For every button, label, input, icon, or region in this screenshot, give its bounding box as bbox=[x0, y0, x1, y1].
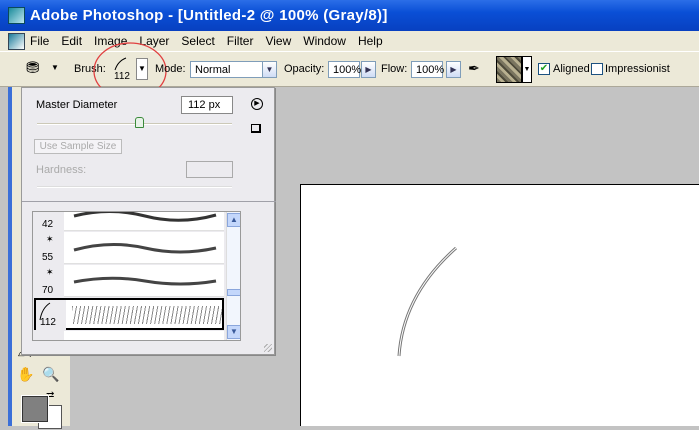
master-diameter-label: Master Diameter bbox=[36, 99, 118, 111]
new-preset-icon[interactable] bbox=[251, 124, 261, 133]
brush-picker-popup: Master Diameter 112 px ▶ Use Sample Size… bbox=[21, 87, 276, 355]
mode-label: Mode: bbox=[155, 63, 186, 75]
clone-stamp-tool-icon[interactable]: ⛃ bbox=[26, 58, 39, 78]
grass-stroke-preview bbox=[72, 306, 222, 324]
brush-item-70[interactable]: ✶ 70 bbox=[34, 265, 224, 297]
hardness-label: Hardness: bbox=[36, 164, 87, 176]
brush-list-scrollbar[interactable]: ▲ ▼ bbox=[226, 212, 240, 340]
brush-size-label: 42 bbox=[42, 219, 54, 230]
airbrush-icon[interactable]: ✒ bbox=[468, 60, 480, 77]
hardness-slider bbox=[37, 186, 232, 188]
stroke-preview bbox=[73, 212, 217, 222]
zoom-tool-icon[interactable]: 🔍 bbox=[42, 366, 59, 383]
aligned-checkbox[interactable]: ✔ bbox=[538, 63, 550, 75]
brush-size-label: 70 bbox=[42, 285, 54, 296]
foreground-color-swatch[interactable] bbox=[21, 395, 49, 423]
brush-item-next[interactable] bbox=[34, 331, 224, 340]
flow-slider-button[interactable]: ▶ bbox=[446, 61, 461, 78]
document-canvas[interactable] bbox=[300, 184, 699, 426]
menu-file[interactable]: File bbox=[30, 34, 49, 48]
brush-item-112-selected[interactable]: 112 bbox=[34, 298, 224, 332]
flow-input[interactable]: 100% bbox=[411, 61, 444, 78]
flow-label: Flow: bbox=[381, 63, 408, 75]
popup-menu-icon[interactable]: ▶ bbox=[251, 98, 263, 110]
brush-stroke bbox=[397, 246, 457, 357]
title-bar: Adobe Photoshop - [Untitled-2 @ 100% (Gr… bbox=[0, 0, 699, 31]
stroke-preview bbox=[73, 276, 217, 286]
pattern-swatch[interactable] bbox=[496, 56, 522, 83]
menu-edit[interactable]: Edit bbox=[61, 34, 82, 48]
resize-grip-icon[interactable] bbox=[264, 344, 272, 352]
brush-size-label: 55 bbox=[42, 252, 54, 263]
window-title: Adobe Photoshop - [Untitled-2 @ 100% (Gr… bbox=[30, 7, 388, 24]
master-diameter-input[interactable]: 112 px bbox=[181, 96, 233, 114]
hardness-input bbox=[186, 161, 233, 178]
opacity-slider-button[interactable]: ▶ bbox=[361, 61, 376, 78]
brush-size-label: 112 bbox=[40, 317, 56, 328]
menu-view[interactable]: View bbox=[265, 34, 291, 48]
master-diameter-slider-thumb[interactable] bbox=[135, 117, 144, 128]
brush-item-55[interactable]: ✶ 55 bbox=[34, 232, 224, 264]
opacity-label: Opacity: bbox=[284, 63, 325, 75]
brush-list[interactable]: 42 ✶ 55 ✶ 70 112 ▲ ▼ bbox=[32, 211, 241, 341]
tool-preset-dropdown-icon[interactable]: ▼ bbox=[51, 63, 59, 72]
use-sample-size-button: Use Sample Size bbox=[34, 139, 122, 154]
menu-help[interactable]: Help bbox=[358, 34, 383, 48]
pattern-dropdown-icon[interactable]: ▼ bbox=[522, 56, 532, 83]
mode-value: Normal bbox=[195, 64, 231, 76]
impressionist-label: Impressionist bbox=[605, 63, 670, 75]
aligned-label: Aligned bbox=[553, 63, 590, 75]
brush-item-42[interactable]: 42 bbox=[34, 212, 224, 231]
document-icon[interactable] bbox=[8, 33, 25, 50]
opacity-input[interactable]: 100% bbox=[328, 61, 361, 78]
photoshop-app-icon[interactable] bbox=[8, 7, 25, 24]
impressionist-checkbox[interactable] bbox=[591, 63, 603, 75]
stroke-preview bbox=[73, 242, 217, 254]
divider bbox=[22, 201, 276, 202]
scroll-up-button[interactable]: ▲ bbox=[227, 213, 240, 227]
mode-dropdown-icon[interactable]: ▼ bbox=[262, 61, 277, 78]
scroll-down-button[interactable]: ▼ bbox=[227, 325, 240, 339]
menu-filter[interactable]: Filter bbox=[227, 34, 254, 48]
hand-tool-icon[interactable]: ✋ bbox=[17, 366, 34, 383]
menu-select[interactable]: Select bbox=[181, 34, 214, 48]
scroll-thumb[interactable] bbox=[227, 289, 240, 296]
menu-window[interactable]: Window bbox=[303, 34, 346, 48]
